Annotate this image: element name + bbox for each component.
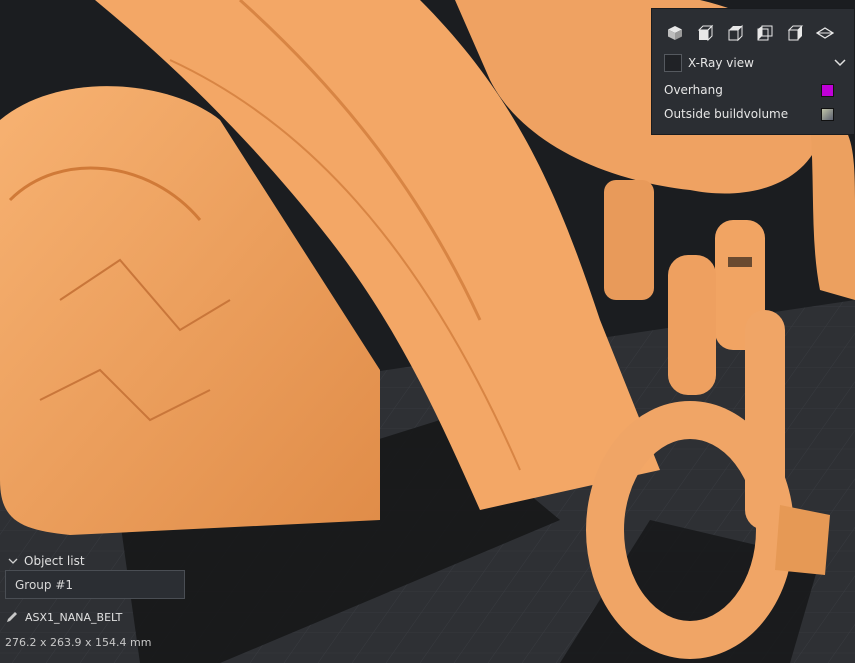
object-name-row[interactable]: ASX1_NANA_BELT xyxy=(5,610,122,624)
chevron-down-icon[interactable] xyxy=(8,558,18,565)
legend-outside-label: Outside buildvolume xyxy=(664,107,789,121)
object-dimensions: 276.2 x 263.9 x 154.4 mm xyxy=(5,636,152,649)
object-list-label: Object list xyxy=(24,554,85,568)
group-list-item[interactable]: Group #1 xyxy=(5,570,185,599)
legend-overhang-label: Overhang xyxy=(664,83,723,97)
front-view-icon[interactable] xyxy=(690,21,720,45)
legend-outside-buildvolume: Outside buildvolume xyxy=(664,107,834,121)
top-view-icon[interactable] xyxy=(720,21,750,45)
view-orientation-toolbar xyxy=(660,21,840,45)
3d-view-icon[interactable] xyxy=(660,21,690,45)
object-list-header[interactable]: Object list xyxy=(8,554,85,568)
object-list-panel: Object list Group #1 ASX1_NANA_BELT 276.… xyxy=(0,548,200,663)
xray-view-checkbox[interactable] xyxy=(664,54,682,72)
overhang-swatch xyxy=(821,83,834,97)
object-name: ASX1_NANA_BELT xyxy=(25,610,123,624)
chevron-down-icon[interactable] xyxy=(834,59,846,67)
xray-view-label: X-Ray view xyxy=(688,56,754,70)
left-view-icon[interactable] xyxy=(750,21,780,45)
group-name: Group #1 xyxy=(15,577,74,592)
legend-overhang: Overhang xyxy=(664,83,834,97)
layer-view-icon[interactable] xyxy=(810,21,840,45)
view-panel: X-Ray view Overhang Outside buildvolume xyxy=(651,8,855,135)
outside-buildvolume-swatch xyxy=(821,107,834,121)
xray-view-row[interactable]: X-Ray view xyxy=(664,54,846,72)
right-view-icon[interactable] xyxy=(780,21,810,45)
pencil-icon[interactable] xyxy=(5,610,19,624)
